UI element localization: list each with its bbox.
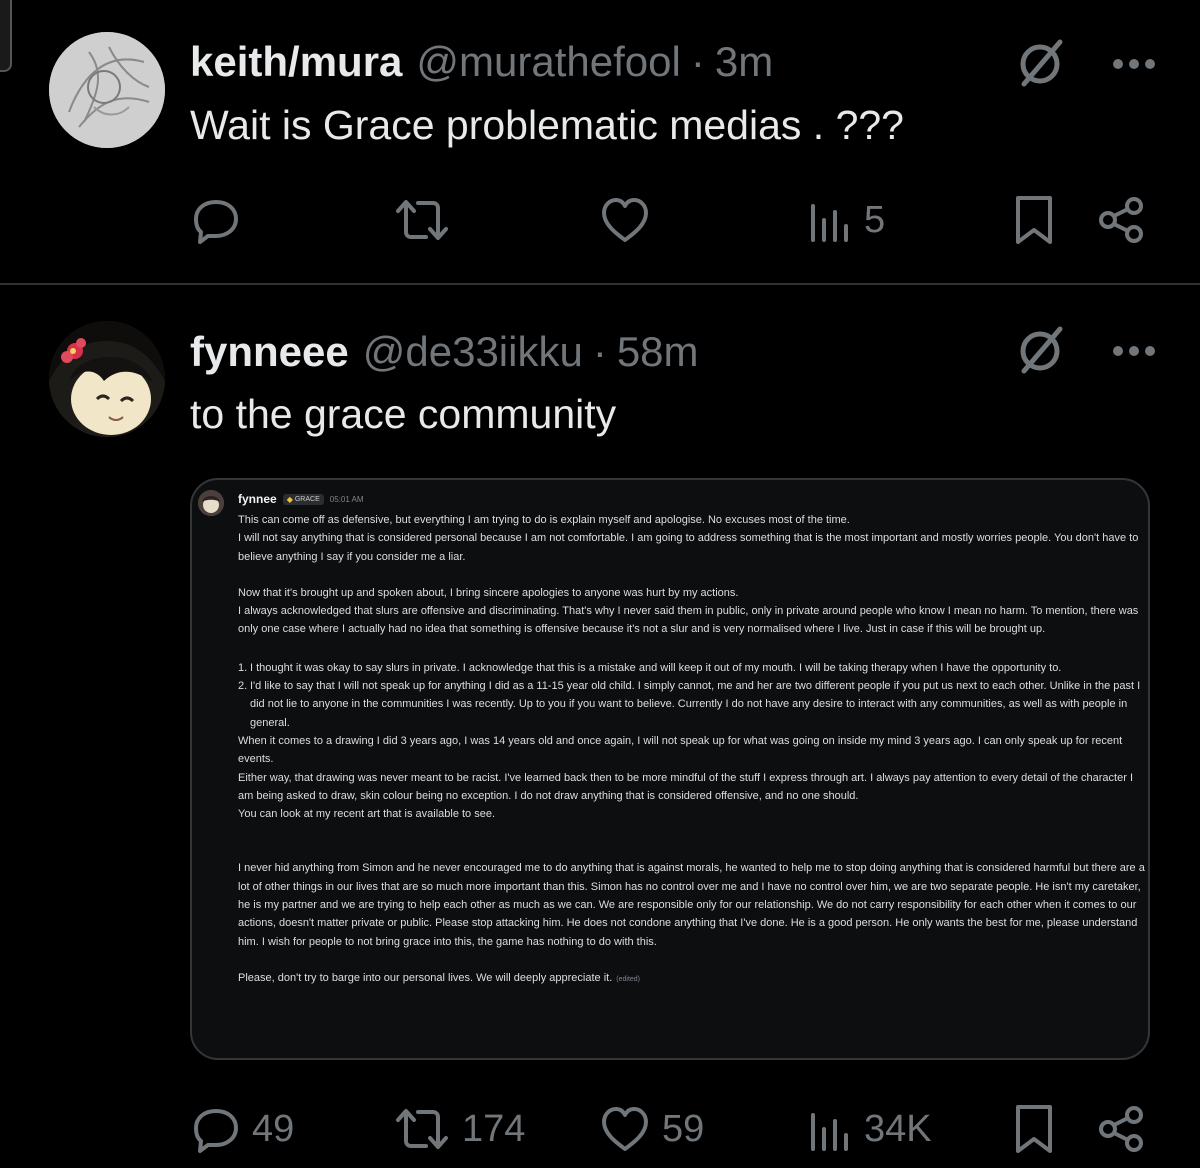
tweet-text: Wait is Grace problematic medias . ??? bbox=[190, 102, 904, 148]
share-button[interactable] bbox=[1098, 1099, 1146, 1159]
tweet-1[interactable]: keith/mura @murathefool · 3m Wait is Gra… bbox=[0, 0, 1200, 283]
share-icon bbox=[1099, 1106, 1143, 1152]
user-handle[interactable]: @murathefool bbox=[416, 38, 680, 86]
bookmark-button[interactable] bbox=[1014, 190, 1054, 250]
like-icon bbox=[602, 1107, 648, 1151]
like-icon bbox=[602, 198, 648, 242]
views-button[interactable]: 5 bbox=[808, 190, 885, 250]
views-button[interactable]: 34K bbox=[808, 1099, 932, 1159]
user-handle[interactable]: @de33iikku bbox=[363, 328, 583, 376]
message-paragraph: I will not say anything that is consider… bbox=[238, 532, 1139, 563]
message-paragraph: You can look at my recent art that is av… bbox=[238, 808, 496, 821]
message-time: 05:01 AM bbox=[329, 494, 364, 504]
views-count: 34K bbox=[864, 1107, 932, 1150]
message-header: fynnee ◆ GRACE 05:01 AM bbox=[238, 492, 364, 506]
timestamp[interactable]: 58m bbox=[617, 328, 699, 376]
like-button[interactable] bbox=[600, 190, 662, 250]
separator-dot: · bbox=[690, 38, 705, 85]
repost-icon bbox=[396, 200, 448, 240]
tweet-header: keith/mura @murathefool · 3m bbox=[190, 38, 773, 86]
message-list: 1. I thought it was okay to say slurs in … bbox=[238, 659, 1148, 732]
message-body: This can come off as defensive, but ever… bbox=[238, 511, 1148, 989]
reply-button[interactable]: 49 bbox=[192, 1099, 294, 1159]
avatar-drawing-image bbox=[49, 321, 165, 437]
repost-count: 174 bbox=[462, 1107, 526, 1150]
message-paragraph: I never hid anything from Simon and he n… bbox=[238, 862, 1145, 948]
message-avatar-image bbox=[198, 490, 224, 516]
repost-button[interactable] bbox=[394, 190, 462, 250]
views-icon bbox=[811, 1113, 848, 1151]
share-button[interactable] bbox=[1098, 190, 1146, 250]
tweet-text: to the grace community bbox=[190, 391, 617, 437]
repost-button[interactable]: 174 bbox=[394, 1099, 525, 1159]
server-tag-badge: ◆ GRACE bbox=[282, 493, 324, 505]
tweet-top-icons bbox=[1012, 323, 1156, 379]
separator-dot: · bbox=[592, 328, 607, 375]
timestamp[interactable]: 3m bbox=[715, 38, 773, 86]
edited-label: (edited) bbox=[616, 975, 640, 983]
grok-icon[interactable] bbox=[1012, 323, 1068, 379]
bookmark-button[interactable] bbox=[1014, 1099, 1054, 1159]
avatar-sketch-image bbox=[49, 32, 165, 148]
shield-icon: ◆ bbox=[286, 494, 293, 504]
message-paragraph: Now that it's brought up and spoken abou… bbox=[238, 586, 739, 599]
action-bar: 5 bbox=[0, 190, 1200, 250]
list-item: 1. I thought it was okay to say slurs in … bbox=[238, 661, 1062, 674]
reply-button[interactable] bbox=[192, 190, 252, 250]
views-count: 5 bbox=[864, 198, 886, 241]
grok-icon[interactable] bbox=[1012, 36, 1068, 92]
avatar[interactable] bbox=[49, 321, 165, 437]
display-name[interactable]: keith/mura bbox=[190, 38, 402, 86]
message-paragraph: This can come off as defensive, but ever… bbox=[238, 514, 850, 526]
more-icon[interactable] bbox=[1112, 345, 1156, 357]
message-paragraph: When it comes to a drawing I did 3 years… bbox=[238, 734, 1123, 766]
tweet-top-icons bbox=[1012, 36, 1156, 92]
avatar[interactable] bbox=[49, 32, 165, 148]
bookmark-icon bbox=[1016, 196, 1052, 244]
list-item: 2. I'd like to say that I will not speak … bbox=[238, 680, 1141, 729]
views-icon bbox=[811, 204, 848, 242]
message-avatar bbox=[198, 490, 224, 516]
message-paragraph: I always acknowledged that slurs are off… bbox=[238, 605, 1139, 636]
reply-icon bbox=[194, 200, 238, 244]
more-icon[interactable] bbox=[1112, 58, 1156, 70]
attached-image[interactable]: fynnee ◆ GRACE 05:01 AM This can come of… bbox=[190, 478, 1150, 1060]
display-name[interactable]: fynneee bbox=[190, 328, 349, 376]
message-paragraph: Please, don't try to barge into our pers… bbox=[238, 971, 640, 984]
message-author: fynnee bbox=[238, 492, 277, 506]
like-button[interactable]: 59 bbox=[600, 1099, 704, 1159]
reply-icon bbox=[194, 1109, 238, 1153]
like-count: 59 bbox=[662, 1107, 705, 1150]
message-paragraph: Either way, that drawing was never meant… bbox=[238, 771, 1133, 802]
reply-count: 49 bbox=[252, 1107, 295, 1150]
server-tag-label: GRACE bbox=[294, 495, 320, 503]
share-icon bbox=[1099, 197, 1143, 243]
action-bar: 49 174 59 34K bbox=[0, 1099, 1200, 1159]
repost-icon bbox=[396, 1109, 448, 1149]
bookmark-icon bbox=[1016, 1105, 1052, 1153]
tweet-header: fynneee @de33iikku · 58m bbox=[190, 328, 699, 376]
